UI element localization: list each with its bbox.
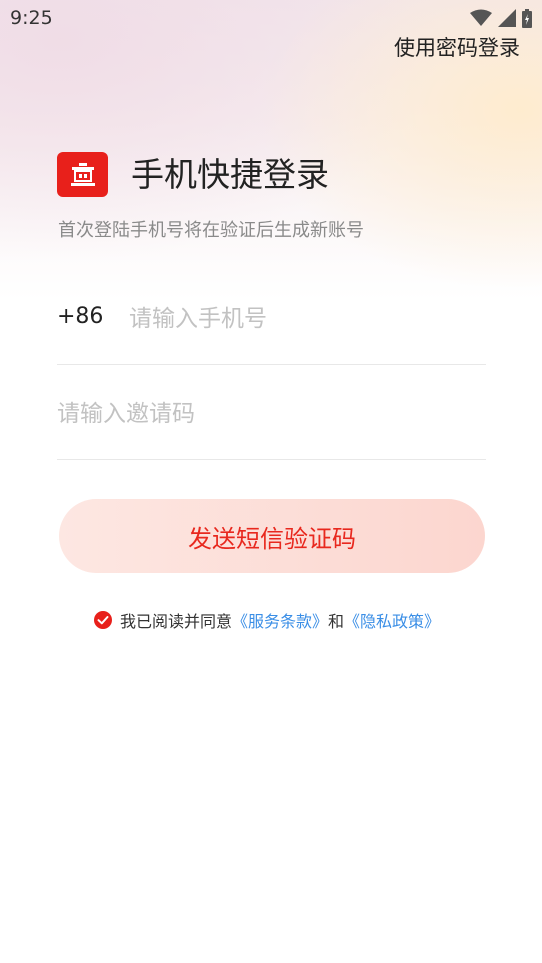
battery-icon — [522, 8, 532, 28]
signal-icon — [498, 9, 516, 27]
country-code[interactable]: +86 — [57, 304, 103, 329]
status-bar: 9:25 — [0, 0, 542, 36]
building-logo-icon — [70, 162, 95, 186]
password-login-link[interactable]: 使用密码登录 — [394, 32, 520, 62]
check-circle-icon[interactable] — [94, 611, 112, 629]
page-title: 手机快捷登录 — [131, 155, 329, 194]
wifi-icon — [470, 9, 492, 26]
agreement-row: 我已阅读并同意 《服务条款》 和 《隐私政策》 — [94, 608, 440, 632]
agreement-conjunction: 和 — [328, 612, 345, 631]
app-logo — [57, 152, 108, 197]
status-time: 9:25 — [10, 7, 53, 29]
status-icons — [470, 8, 532, 28]
phone-field-row: +86 — [57, 290, 486, 365]
invite-code-input[interactable] — [57, 397, 477, 431]
phone-input[interactable] — [129, 302, 479, 336]
terms-link[interactable]: 《服务条款》 — [232, 608, 328, 632]
privacy-link[interactable]: 《隐私政策》 — [344, 608, 440, 632]
agreement-prefix: 我已阅读并同意 — [120, 612, 233, 631]
page-subtitle: 首次登陆手机号将在验证后生成新账号 — [58, 220, 364, 241]
invite-field-row — [57, 385, 486, 460]
send-sms-code-button[interactable]: 发送短信验证码 — [59, 499, 485, 573]
